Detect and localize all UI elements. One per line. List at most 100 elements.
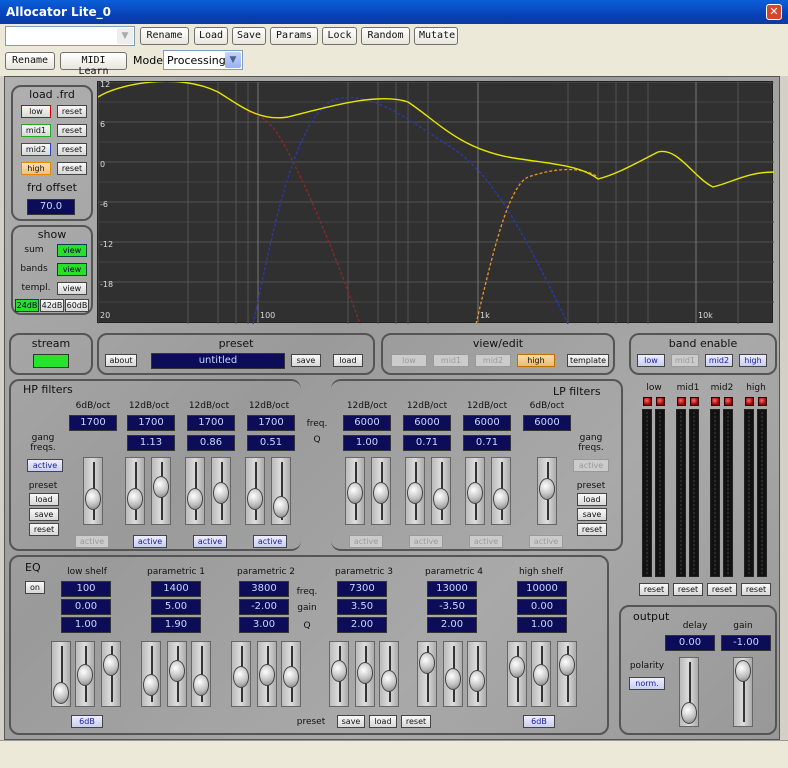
view-mid1-button[interactable]: mid1 [433, 354, 469, 367]
preset-combo[interactable]: ▼ [5, 26, 135, 46]
eq-param1-gain[interactable]: 5.00 [151, 599, 201, 615]
enable-low-button[interactable]: low [637, 354, 665, 367]
load-button[interactable]: Load [194, 27, 228, 45]
midi-learn-button[interactable]: MIDI Learn [60, 52, 127, 77]
eq-save-button[interactable]: save [337, 715, 365, 728]
eq-param4-freq[interactable]: 13000 [427, 581, 477, 597]
enable-mid2-button[interactable]: mid2 [705, 354, 733, 367]
reset-mid2-button[interactable]: reset [57, 143, 87, 156]
range-42db-button[interactable]: 42dB [40, 299, 64, 312]
lp-gang-active-button[interactable]: active [573, 459, 609, 472]
eq-param2-q[interactable]: 3.00 [239, 617, 289, 633]
stream-toggle[interactable] [33, 354, 69, 368]
slider-knob[interactable] [213, 482, 229, 504]
lp-active-2-button[interactable]: active [409, 535, 443, 548]
slider-knob[interactable] [381, 670, 397, 692]
lp-slider-3b[interactable] [491, 457, 511, 525]
lp-freq-2[interactable]: 6000 [403, 415, 451, 431]
rename-button-2[interactable]: Rename [5, 52, 55, 70]
slider-knob[interactable] [193, 674, 209, 696]
hp-load-button[interactable]: load [29, 493, 59, 506]
show-bands-view-button[interactable]: view [57, 263, 87, 276]
eq-slider[interactable] [329, 641, 349, 707]
eq-slider[interactable] [191, 641, 211, 707]
lp-freq-3[interactable]: 6000 [463, 415, 511, 431]
lp-slider-3a[interactable] [465, 457, 485, 525]
load-high-button[interactable]: high [21, 162, 51, 175]
eq-param2-gain[interactable]: -2.00 [239, 599, 289, 615]
hp-slider-3a[interactable] [185, 457, 205, 525]
eq-slider[interactable] [101, 641, 121, 707]
random-button[interactable]: Random [361, 27, 410, 45]
slider-knob[interactable] [127, 488, 143, 510]
hp-freq-3[interactable]: 1700 [187, 415, 235, 431]
hp-active-1-button[interactable]: active [75, 535, 109, 548]
eq-low-shelf-q[interactable]: 1.00 [61, 617, 111, 633]
slider-knob[interactable] [373, 482, 389, 504]
show-sum-view-button[interactable]: view [57, 244, 87, 257]
hp-slider-1[interactable] [83, 457, 103, 525]
eq-param4-q[interactable]: 2.00 [427, 617, 477, 633]
slider-knob[interactable] [273, 496, 289, 518]
reset-low-button[interactable]: reset [57, 105, 87, 118]
eq-param2-freq[interactable]: 3800 [239, 581, 289, 597]
slider-knob[interactable] [259, 664, 275, 686]
save-button[interactable]: Save [232, 27, 266, 45]
gain-slider[interactable] [733, 657, 753, 727]
rename-button[interactable]: Rename [140, 27, 189, 45]
eq-param3-q[interactable]: 2.00 [337, 617, 387, 633]
lp-active-4-button[interactable]: active [529, 535, 563, 548]
range-24db-button[interactable]: 24dB [15, 299, 39, 312]
eq-slider[interactable] [443, 641, 463, 707]
meter-reset-mid2-button[interactable]: reset [707, 583, 737, 596]
slider-knob[interactable] [681, 702, 697, 724]
slider-knob[interactable] [493, 488, 509, 510]
preset-save-button[interactable]: save [291, 354, 321, 367]
slider-knob[interactable] [539, 478, 555, 500]
slider-knob[interactable] [467, 482, 483, 504]
hp-reset-button[interactable]: reset [29, 523, 59, 536]
hp-q-3[interactable]: 0.86 [187, 435, 235, 451]
hp-slider-4b[interactable] [271, 457, 291, 525]
eq-slider[interactable] [355, 641, 375, 707]
load-mid2-button[interactable]: mid2 [21, 143, 51, 156]
enable-mid1-button[interactable]: mid1 [671, 354, 699, 367]
eq-slider[interactable] [281, 641, 301, 707]
lp-active-3-button[interactable]: active [469, 535, 503, 548]
slider-knob[interactable] [283, 666, 299, 688]
load-mid1-button[interactable]: mid1 [21, 124, 51, 137]
close-icon[interactable]: ✕ [766, 4, 782, 20]
params-button[interactable]: Params [270, 27, 318, 45]
hp-slider-3b[interactable] [211, 457, 231, 525]
eq-on-button[interactable]: on [25, 581, 45, 594]
eq-high-shelf-freq[interactable]: 10000 [517, 581, 567, 597]
slider-knob[interactable] [247, 488, 263, 510]
eq-slider[interactable] [141, 641, 161, 707]
preset-load-button[interactable]: load [333, 354, 363, 367]
mode-select[interactable]: Processing ▼ [163, 50, 243, 70]
lp-load-button[interactable]: load [577, 493, 607, 506]
delay-value[interactable]: 0.00 [665, 635, 715, 651]
lock-button[interactable]: Lock [322, 27, 357, 45]
slider-knob[interactable] [533, 664, 549, 686]
slider-knob[interactable] [331, 660, 347, 682]
lp-slider-2a[interactable] [405, 457, 425, 525]
eq-high-shelf-gain[interactable]: 0.00 [517, 599, 567, 615]
hp-slider-4a[interactable] [245, 457, 265, 525]
eq-high-shelf-q[interactable]: 1.00 [517, 617, 567, 633]
meter-reset-mid1-button[interactable]: reset [673, 583, 703, 596]
view-low-button[interactable]: low [391, 354, 427, 367]
slider-knob[interactable] [735, 660, 751, 682]
slider-knob[interactable] [407, 482, 423, 504]
template-button[interactable]: template [567, 354, 609, 367]
hp-q-4[interactable]: 0.51 [247, 435, 295, 451]
eq-low-shelf-freq[interactable]: 100 [61, 581, 111, 597]
slider-knob[interactable] [347, 482, 363, 504]
mutate-button[interactable]: Mutate [414, 27, 458, 45]
eq-left-6db-button[interactable]: 6dB [71, 715, 103, 728]
slider-knob[interactable] [85, 488, 101, 510]
eq-low-shelf-gain[interactable]: 0.00 [61, 599, 111, 615]
hp-slider-2b[interactable] [151, 457, 171, 525]
hp-freq-2[interactable]: 1700 [127, 415, 175, 431]
slider-knob[interactable] [233, 666, 249, 688]
